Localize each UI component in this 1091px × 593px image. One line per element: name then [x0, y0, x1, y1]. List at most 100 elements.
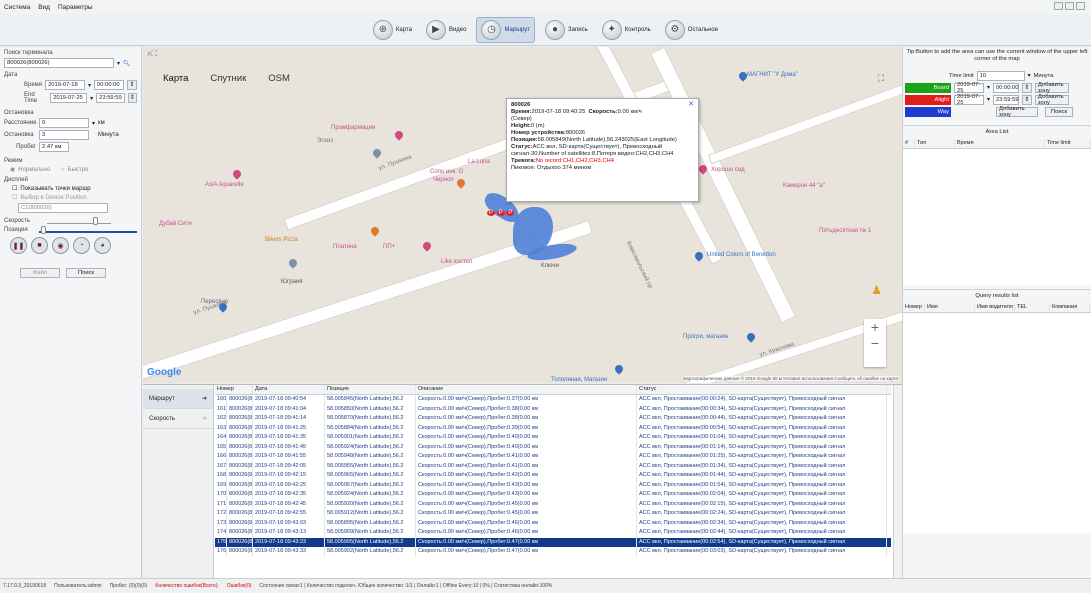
- tab-route[interactable]: Маршрут ➔: [143, 389, 213, 409]
- mode-fast-radio[interactable]: ○: [61, 167, 65, 173]
- table-row[interactable]: 169800026(800026)2019-07-18 09:42:2558.0…: [215, 480, 891, 490]
- column-header[interactable]: Время: [955, 139, 1045, 148]
- table-row[interactable]: 175800026(800026)2019-07-18 09:43:2358.0…: [215, 537, 891, 547]
- toolbar-record-button[interactable]: ● Запись: [541, 17, 592, 43]
- stop-field[interactable]: 3: [39, 130, 89, 140]
- table-row[interactable]: 162800026(800026)2019-07-18 09:41:1458.0…: [215, 414, 891, 424]
- toolbar-map-button[interactable]: ⊕ Карта: [369, 17, 416, 43]
- stop-button[interactable]: ■: [31, 237, 48, 254]
- file-button[interactable]: Файл: [20, 268, 60, 278]
- maximize-icon[interactable]: [1065, 2, 1074, 10]
- menu-params[interactable]: Параметры: [58, 4, 93, 11]
- fast-button[interactable]: ◕: [94, 237, 111, 254]
- column-header[interactable]: #: [903, 139, 915, 148]
- table-row[interactable]: 161800026(800026)2019-07-18 09:41:0458.0…: [215, 404, 891, 414]
- street-view-icon[interactable]: ♟: [871, 283, 882, 297]
- calendar-dropdown-icon[interactable]: ▾: [90, 95, 93, 102]
- table-row[interactable]: 173800026(800026)2019-07-18 09:43:0358.0…: [215, 518, 891, 528]
- column-header[interactable]: Имя водителя: [975, 303, 1015, 312]
- menu-system[interactable]: Система: [4, 4, 30, 11]
- column-header[interactable]: Номер: [215, 385, 253, 394]
- calendar-dropdown-icon[interactable]: ▾: [987, 85, 990, 91]
- toolbar-video-button[interactable]: ▶ Видео: [422, 17, 471, 43]
- position-slider-thumb[interactable]: [40, 226, 46, 234]
- alight-time-field[interactable]: 23:59:59: [992, 95, 1019, 105]
- zoom-in-button[interactable]: +: [864, 319, 886, 335]
- column-header[interactable]: Тип: [915, 139, 955, 148]
- table-row[interactable]: 160800026(800026)2019-07-18 09:40:5458.0…: [215, 395, 891, 405]
- map-view[interactable]: Карта Спутник OSM ⌕⛶ ⛶ Промфармация Эски…: [143, 47, 902, 383]
- record-button[interactable]: ◉: [52, 237, 69, 254]
- speed-slider[interactable]: [46, 217, 111, 225]
- end-time-field[interactable]: 23:59:59: [96, 93, 125, 103]
- dropdown-arrow-icon[interactable]: ▾: [92, 120, 95, 127]
- close-icon[interactable]: [1076, 2, 1085, 10]
- time-limit-field[interactable]: 10: [976, 71, 1025, 81]
- map-tab-satellite[interactable]: Спутник: [210, 73, 246, 84]
- toolbar-control-button[interactable]: ✦ Контроль: [598, 17, 655, 43]
- start-time-spinner[interactable]: ⇕: [127, 80, 137, 90]
- popup-close-icon[interactable]: ✕: [688, 101, 694, 108]
- table-row[interactable]: 167800026(800026)2019-07-18 09:42:0558.0…: [215, 461, 891, 471]
- board-time-spinner[interactable]: ⇕: [1021, 83, 1032, 93]
- add-zone-button-2[interactable]: Добавить зону: [1034, 94, 1069, 106]
- track-point-icon[interactable]: P: [496, 210, 505, 216]
- device-select[interactable]: 800026(800026): [4, 58, 114, 68]
- device-position-checkbox[interactable]: ☐: [12, 194, 17, 201]
- table-row[interactable]: 171800026(800026)2019-07-18 09:42:4558.0…: [215, 499, 891, 509]
- map-tab-osm[interactable]: OSM: [268, 73, 290, 84]
- toolbar-route-button[interactable]: ◷ Маршрут: [476, 16, 536, 43]
- table-row[interactable]: 172800026(800026)2019-07-18 09:42:5558.0…: [215, 509, 891, 519]
- distance-field[interactable]: 0: [39, 118, 89, 128]
- start-date-field[interactable]: 2019-07-18: [45, 80, 86, 90]
- table-row[interactable]: 168800026(800026)2019-07-18 09:42:1558.0…: [215, 471, 891, 481]
- slow-button[interactable]: ◔: [73, 237, 90, 254]
- track-point-icon[interactable]: P: [487, 210, 496, 216]
- table-row[interactable]: 163800026(800026)2019-07-18 09:41:2558.0…: [215, 423, 891, 433]
- board-date-field[interactable]: 2019-07-25: [954, 82, 984, 94]
- dropdown-arrow-icon[interactable]: ▾: [117, 60, 120, 67]
- table-scrollbar[interactable]: [893, 385, 902, 579]
- zoom-out-button[interactable]: −: [864, 335, 886, 351]
- end-date-field[interactable]: 2019-07-25: [50, 93, 88, 103]
- dropdown-arrow-icon[interactable]: ▾: [1028, 73, 1031, 79]
- column-header[interactable]: Компания: [1050, 303, 1090, 312]
- alight-date-field[interactable]: 2019-07-25: [954, 94, 984, 106]
- track-point-icon[interactable]: P: [506, 210, 515, 216]
- speed-slider-thumb[interactable]: [92, 217, 98, 225]
- calendar-dropdown-icon[interactable]: ▾: [88, 82, 91, 89]
- table-row[interactable]: 176800026(800026)2019-07-18 09:43:3358.0…: [215, 547, 891, 557]
- right-search-button[interactable]: Поиск: [1045, 107, 1073, 117]
- show-points-checkbox[interactable]: ☐: [12, 185, 17, 192]
- map-tab-map[interactable]: Карта: [163, 73, 188, 84]
- tab-speed[interactable]: Скорость ➔: [143, 409, 213, 429]
- column-header[interactable]: Статус: [637, 385, 887, 394]
- table-row[interactable]: 170800026(800026)2019-07-18 09:42:3558.0…: [215, 490, 891, 500]
- minimize-icon[interactable]: [1054, 2, 1063, 10]
- search-icon[interactable]: 🔍︎: [123, 60, 131, 67]
- end-time-spinner[interactable]: ⇕: [127, 93, 138, 103]
- toolbar-other-button[interactable]: ⚙ Остальное: [661, 17, 722, 43]
- calendar-dropdown-icon[interactable]: ▾: [987, 97, 990, 103]
- channel-combo[interactable]: C1(800026): [18, 203, 108, 213]
- column-header[interactable]: Описание: [416, 385, 637, 394]
- start-time-field[interactable]: 00:00:00: [94, 80, 125, 90]
- pause-button[interactable]: ❚❚: [10, 237, 27, 254]
- table-row[interactable]: 166800026(800026)2019-07-18 09:41:5558.0…: [215, 452, 891, 462]
- table-row[interactable]: 164800026(800026)2019-07-18 09:41:3558.0…: [215, 433, 891, 443]
- mode-normal-radio[interactable]: ◉: [10, 166, 15, 173]
- menu-view[interactable]: Вид: [38, 4, 50, 11]
- column-header[interactable]: Позиция: [325, 385, 416, 394]
- table-row[interactable]: 165800026(800026)2019-07-18 09:41:4558.0…: [215, 442, 891, 452]
- fullscreen-icon[interactable]: ⛶: [878, 73, 884, 84]
- column-header[interactable]: Номер: [903, 303, 925, 312]
- column-header[interactable]: Time limit: [1045, 139, 1091, 148]
- search-button[interactable]: Поиск: [66, 268, 106, 278]
- column-header[interactable]: Имя: [925, 303, 975, 312]
- alight-time-spinner[interactable]: ⇕: [1021, 95, 1032, 105]
- position-slider[interactable]: [38, 226, 137, 234]
- column-header[interactable]: Дата: [253, 385, 325, 394]
- table-row[interactable]: 174800026(800026)2019-07-18 09:43:1358.0…: [215, 528, 891, 538]
- column-header[interactable]: TEL: [1015, 303, 1050, 312]
- board-time-field[interactable]: 00:00:00: [992, 83, 1019, 93]
